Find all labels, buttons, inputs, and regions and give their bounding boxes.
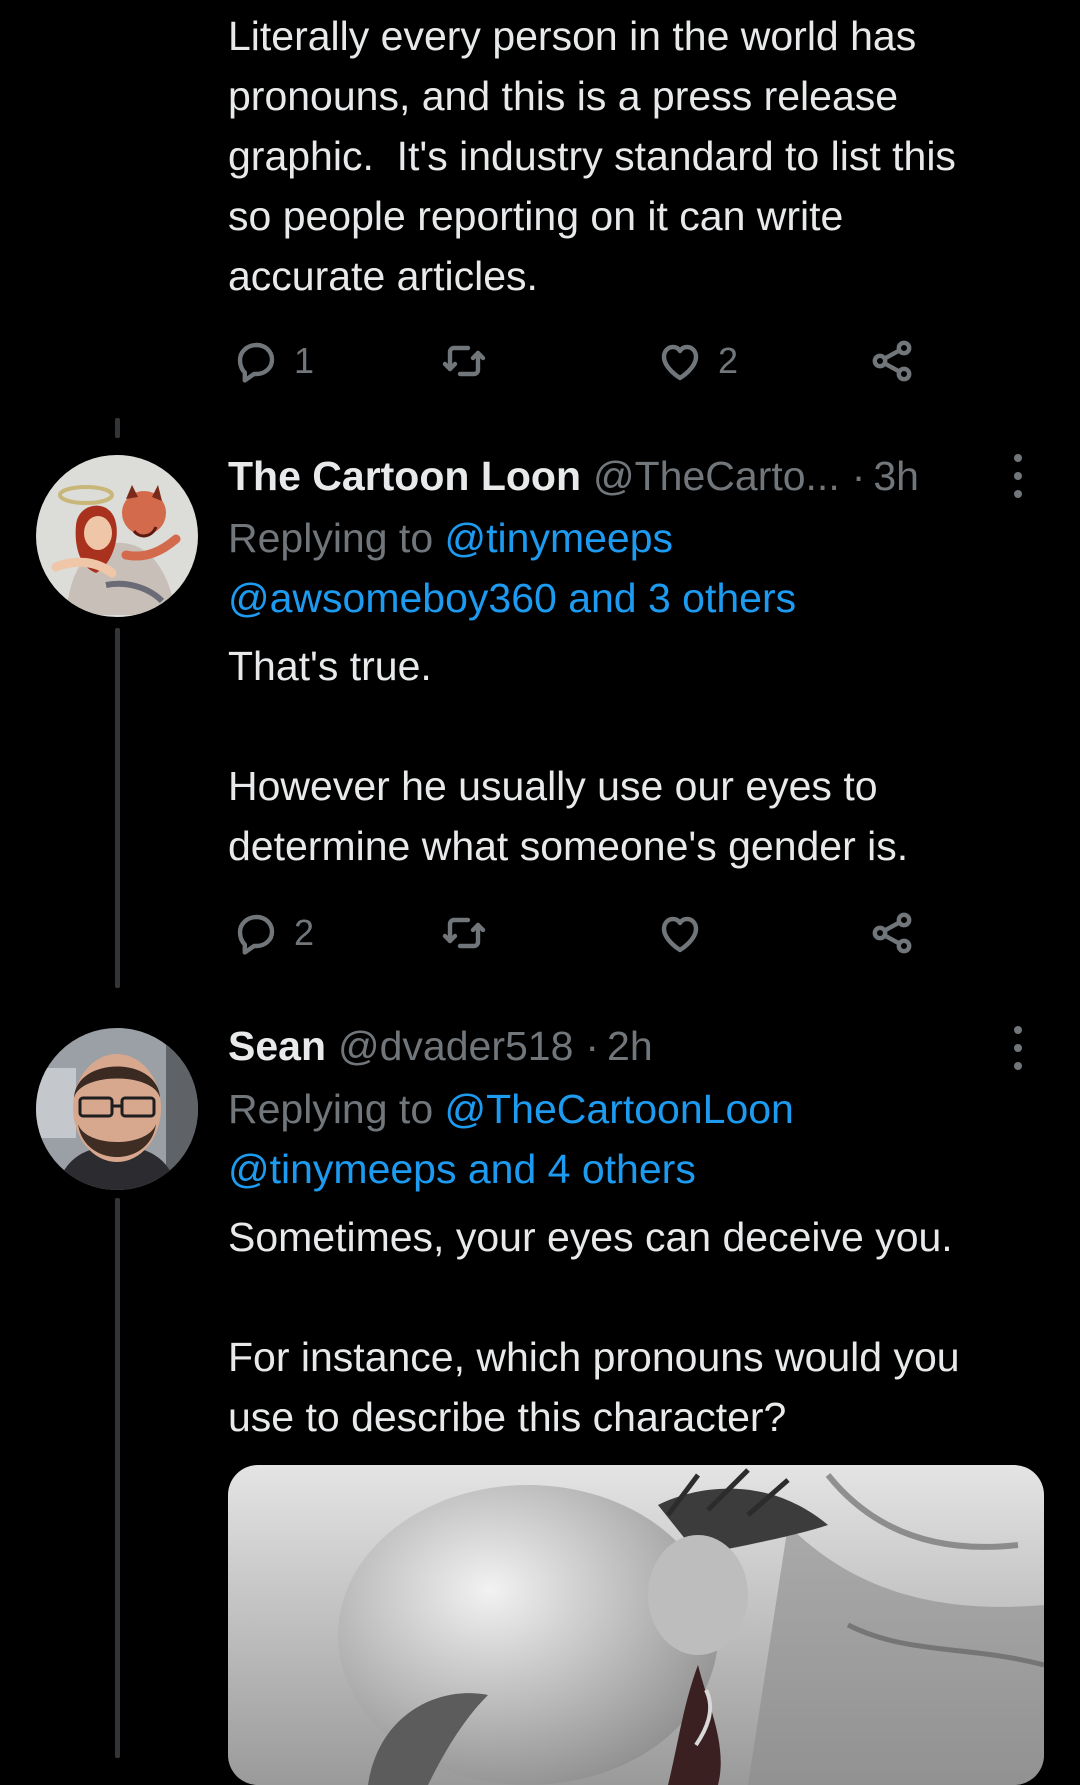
tweet-actions: 1 2	[228, 331, 928, 391]
reply-count: 2	[294, 912, 315, 953]
like-icon	[661, 344, 699, 381]
like-icon	[661, 916, 699, 953]
reply-button[interactable]: 2	[232, 903, 314, 963]
photo-avatar-image	[36, 1028, 198, 1190]
timestamp[interactable]: 3h	[873, 453, 919, 500]
share-icon	[872, 340, 912, 382]
more-icon[interactable]	[1010, 454, 1026, 498]
retweet-icon	[442, 345, 486, 377]
thread-line	[115, 1198, 120, 1758]
display-name[interactable]: The Cartoon Loon	[228, 453, 581, 500]
replying-to-continued: @awsomeboy360 and 3 others	[228, 568, 1048, 628]
thread-line	[115, 628, 120, 988]
reply-button[interactable]: 1	[232, 331, 314, 391]
more-icon[interactable]	[1010, 1026, 1026, 1070]
share-button[interactable]	[868, 903, 916, 963]
mention-link[interactable]: @TheCartoonLoon	[445, 1086, 794, 1132]
tweet-header: Sean @dvader518 · 2h	[228, 1016, 988, 1076]
share-icon	[872, 912, 912, 954]
tweet-text: Literally every person in the world has …	[228, 13, 956, 299]
user-handle[interactable]: @TheCarto...	[593, 453, 840, 500]
retweet-button[interactable]	[440, 331, 502, 391]
replying-to: Replying to @TheCartoonLoon	[228, 1079, 1048, 1139]
tweet-media[interactable]	[228, 1465, 1044, 1785]
tweet-text: That's true. However he usually use our …	[228, 643, 909, 869]
thread-line	[115, 418, 120, 438]
replying-to: Replying to @tinymeeps	[228, 508, 1048, 568]
retweet-button[interactable]	[440, 903, 502, 963]
user-handle[interactable]: @dvader518	[338, 1023, 573, 1070]
display-name[interactable]: Sean	[228, 1023, 326, 1070]
like-count: 2	[718, 340, 739, 381]
mention-others-link[interactable]: @awsomeboy360 and 3 others	[228, 575, 796, 621]
tweet-actions: 2	[228, 903, 928, 963]
separator-dot: ·	[585, 1022, 600, 1069]
like-button[interactable]	[656, 903, 718, 963]
reply-icon	[237, 342, 275, 383]
cartoon-avatar-image	[36, 455, 198, 617]
replying-prefix: Replying to	[228, 515, 445, 561]
retweet-icon	[442, 917, 486, 949]
mention-link[interactable]: @tinymeeps	[445, 515, 673, 561]
share-button[interactable]	[868, 331, 916, 391]
timestamp[interactable]: 2h	[607, 1023, 653, 1070]
replying-prefix: Replying to	[228, 1086, 445, 1132]
tweet-text: Sometimes, your eyes can deceive you. Fo…	[228, 1214, 960, 1440]
mention-others-link[interactable]: @tinymeeps and 4 others	[228, 1146, 696, 1192]
media-image	[228, 1465, 1044, 1785]
reply-icon	[237, 914, 275, 955]
separator-dot: ·	[851, 452, 866, 499]
avatar[interactable]	[36, 1028, 198, 1190]
tweet-header: The Cartoon Loon @TheCarto... · 3h	[228, 446, 988, 506]
avatar[interactable]	[36, 455, 198, 617]
like-button[interactable]: 2	[656, 331, 738, 391]
reply-count: 1	[294, 340, 315, 381]
replying-to-continued: @tinymeeps and 4 others	[228, 1139, 1048, 1199]
